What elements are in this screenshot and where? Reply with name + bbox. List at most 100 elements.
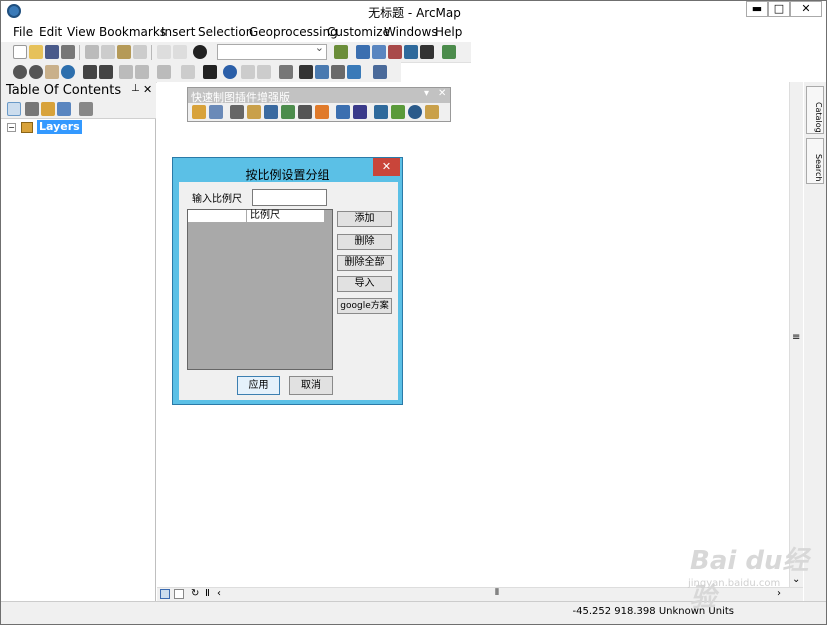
dialog-close-button[interactable]: ✕ [373,158,400,176]
plugin-tool-9-icon[interactable] [336,105,350,119]
layout-view-icon[interactable] [174,589,184,599]
plugin-tool-4-icon[interactable] [247,105,261,119]
plugin-tool-6-icon[interactable] [281,105,295,119]
fixed-zoom-out-icon[interactable] [99,65,113,79]
plugin-tool-14-icon[interactable] [425,105,439,119]
delete-icon[interactable] [133,45,147,59]
maximize-button[interactable]: □ [768,1,790,17]
plugin-tool-10-icon[interactable] [353,105,367,119]
forward-extent-icon[interactable] [135,65,149,79]
menu-help[interactable]: Help [435,25,462,39]
menu-insert[interactable]: Insert [161,25,195,39]
plugin-tool-8-icon[interactable] [315,105,329,119]
model-builder-icon[interactable] [442,45,456,59]
plugin-tool-7-icon[interactable] [298,105,312,119]
add-button[interactable]: 添加 [337,211,392,227]
menu-geoprocessing[interactable]: Geoprocessing [249,25,338,39]
go-to-xy-icon[interactable] [331,65,345,79]
plugin-tool-3-icon[interactable] [230,105,244,119]
pin-icon[interactable]: ⊥ [131,83,140,94]
scroll-left-icon[interactable]: ‹ [217,588,221,599]
identify-icon[interactable] [223,65,237,79]
python-window-icon[interactable] [420,45,434,59]
data-view-icon[interactable] [160,589,170,599]
save-icon[interactable] [45,45,59,59]
cancel-button[interactable]: 取消 [289,376,333,395]
plugin-tool-5-icon[interactable] [264,105,278,119]
cut-icon[interactable] [85,45,99,59]
fixed-zoom-in-icon[interactable] [83,65,97,79]
scale-column-header[interactable]: 比例尺 [246,210,324,223]
scale-list[interactable]: 比例尺 [187,209,333,370]
plugin-tool-12-icon[interactable] [391,105,405,119]
hyperlink-icon[interactable] [241,65,255,79]
close-button[interactable]: ✕ [790,1,822,17]
floating-toolbar-close-icon[interactable]: ✕ [438,88,446,99]
list-by-source-icon[interactable] [25,102,39,116]
import-button[interactable]: 导入 [337,276,392,292]
map-scale-combo[interactable] [217,41,327,60]
toolbar-options-icon[interactable]: ▾ [424,88,429,99]
open-folder-icon[interactable] [29,45,43,59]
add-data-icon[interactable] [193,45,207,59]
undo-icon[interactable] [157,45,171,59]
pan-icon[interactable] [45,65,59,79]
layers-item[interactable]: Layers [37,120,82,134]
plugin-tool-11-icon[interactable] [374,105,388,119]
collapse-icon[interactable]: − [7,123,16,132]
delete-all-button[interactable]: 删除全部 [337,255,392,271]
paste-icon[interactable] [117,45,131,59]
full-extent-icon[interactable] [61,65,75,79]
zoom-in-icon[interactable] [13,65,27,79]
search-window-icon[interactable] [388,45,402,59]
new-document-icon[interactable] [13,45,27,59]
zoom-out-icon[interactable] [29,65,43,79]
list-by-selection-icon[interactable] [57,102,71,116]
catalog-tab[interactable]: Catalog [806,86,824,134]
plugin-tool-1-icon[interactable] [192,105,206,119]
time-slider-icon[interactable] [347,65,361,79]
toc-options-icon[interactable] [79,102,93,116]
find-route-icon[interactable] [315,65,329,79]
search-tab[interactable]: Search [806,138,824,184]
menu-view[interactable]: View [67,25,95,39]
toc-window-icon[interactable] [356,45,370,59]
print-icon[interactable] [61,45,75,59]
list-by-visibility-icon[interactable] [41,102,55,116]
copy-icon[interactable] [101,45,115,59]
layers-icon [21,122,33,133]
arctoolbox-icon[interactable] [404,45,418,59]
select-elements-icon[interactable] [203,65,217,79]
clear-selection-icon[interactable] [181,65,195,79]
vertical-scrollbar[interactable]: ≡ ⌄ [789,82,803,588]
pause-drawing-icon[interactable]: Ⅱ [205,588,210,599]
delete-button[interactable]: 删除 [337,234,392,250]
editor-toolbar-icon[interactable] [334,45,348,59]
menu-edit[interactable]: Edit [39,25,62,39]
menu-file[interactable]: File [13,25,33,39]
google-scheme-button[interactable]: google方案 [337,298,392,314]
floating-toolbar-titlebar[interactable]: 快速制图插件增强版 ▾ ✕ [188,88,450,104]
apply-button[interactable]: 应用 [237,376,280,395]
viewer-window-icon[interactable] [373,65,387,79]
measure-icon[interactable] [279,65,293,79]
plugin-tool-2-icon[interactable] [209,105,223,119]
redo-icon[interactable] [173,45,187,59]
list-by-drawing-order-icon[interactable] [7,102,21,116]
plugin-tool-13-icon[interactable] [408,105,422,119]
menu-customize[interactable]: Customize [327,25,390,39]
menu-windows[interactable]: Windows [384,25,438,39]
hscroll-grip-icon[interactable]: ⦀ [495,588,499,598]
catalog-window-icon[interactable] [372,45,386,59]
menu-selection[interactable]: Selection [198,25,253,39]
find-icon[interactable] [299,65,313,79]
html-popup-icon[interactable] [257,65,271,79]
minimize-button[interactable]: ▬ [746,1,768,17]
select-features-icon[interactable] [157,65,171,79]
refresh-icon[interactable]: ↻ [191,588,199,599]
toc-close-icon[interactable]: ✕ [143,83,152,96]
scale-input[interactable] [252,189,327,206]
back-extent-icon[interactable] [119,65,133,79]
scroll-grip-icon[interactable]: ≡ [792,332,800,343]
menu-bookmarks[interactable]: Bookmarks [99,25,166,39]
